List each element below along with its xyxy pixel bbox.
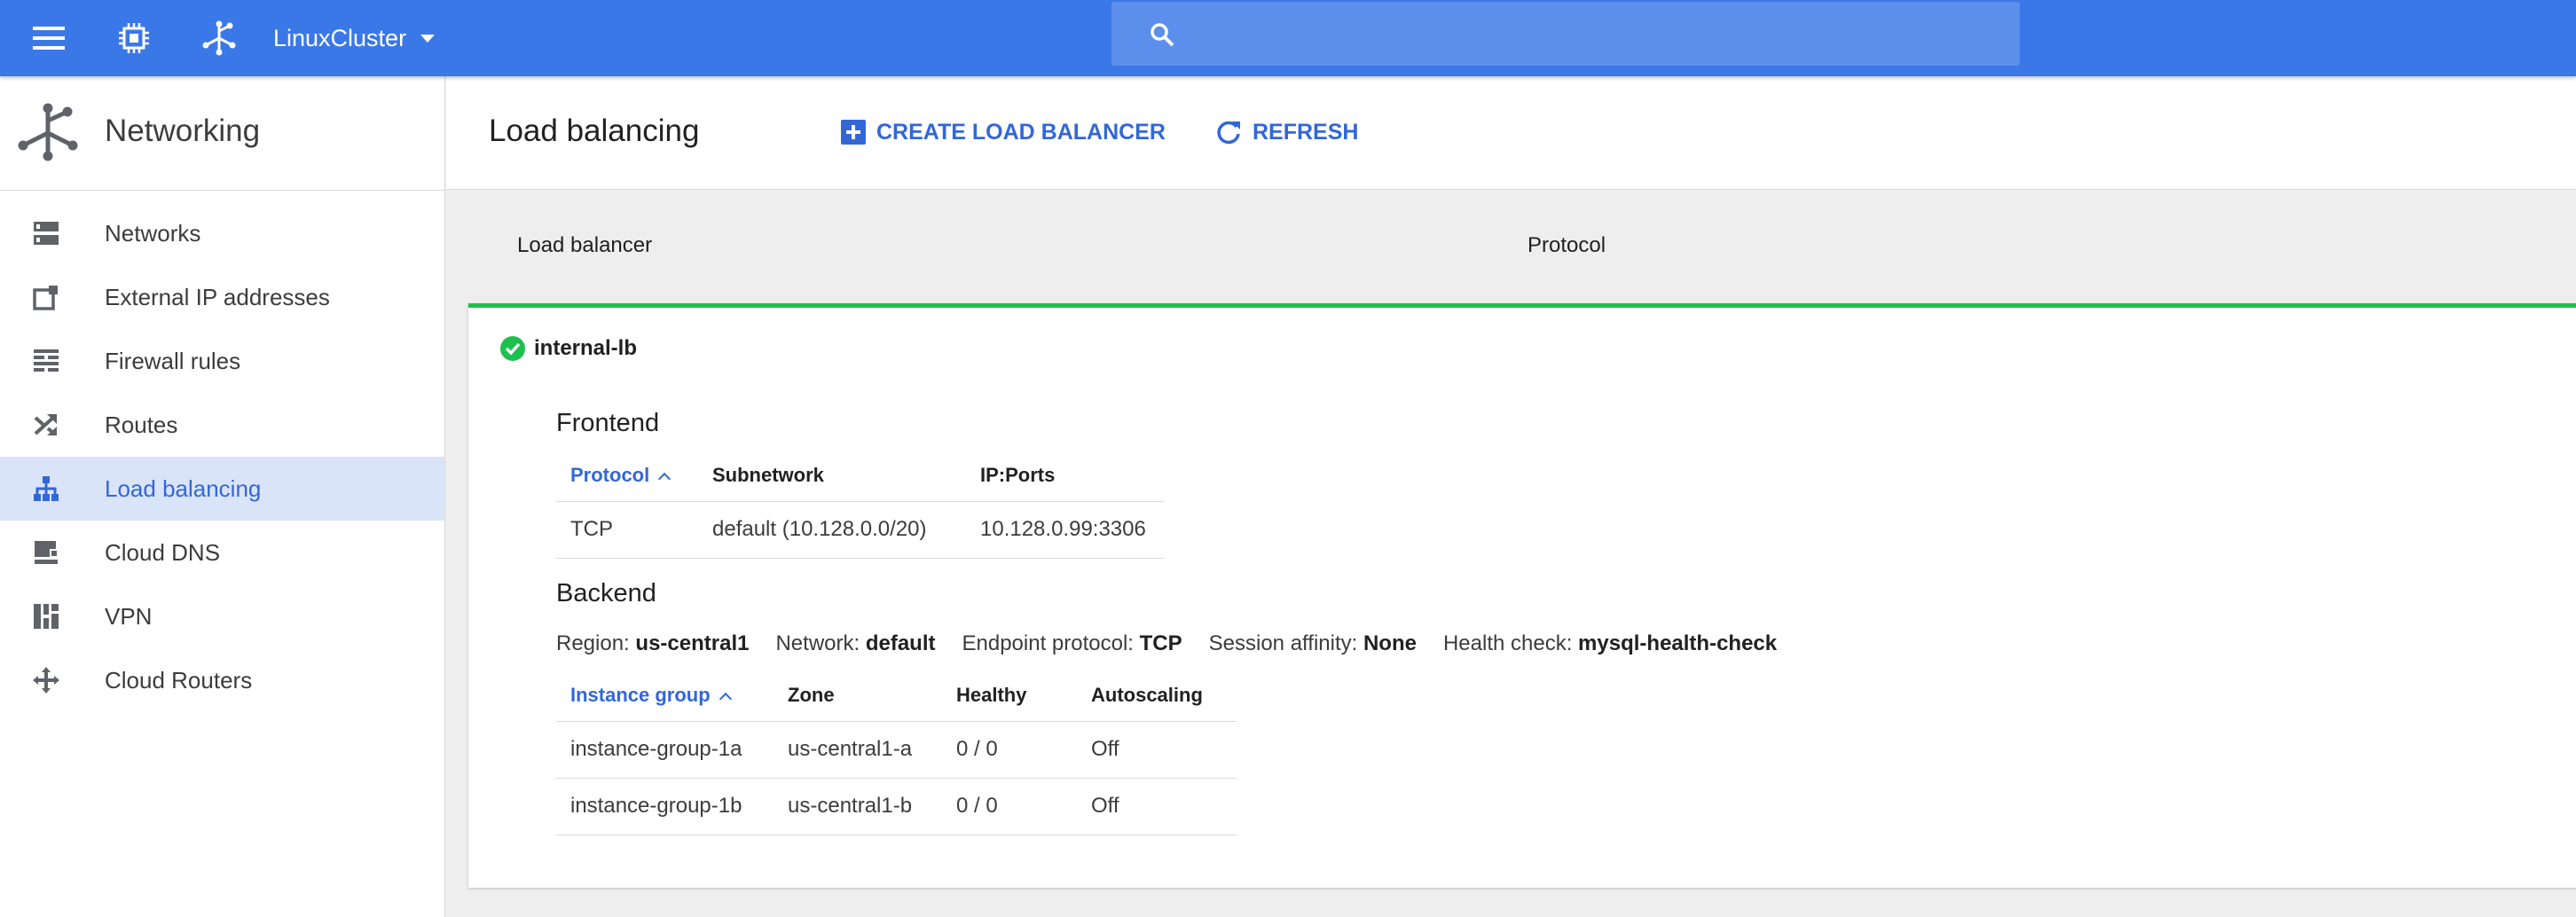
external-ip-icon — [32, 283, 60, 311]
firewall-icon — [32, 347, 60, 375]
networking-icon[interactable] — [195, 14, 243, 62]
column-header-ip-ports[interactable]: IP:Ports — [966, 450, 1164, 502]
vpn-icon — [32, 602, 60, 631]
table-row: TCP default (10.128.0.0/20) 10.128.0.99:… — [556, 501, 1164, 559]
cloud-routers-icon — [32, 666, 60, 694]
hamburger-menu-icon[interactable] — [25, 14, 73, 62]
instance-group-autoscaling: Off — [1077, 721, 1237, 779]
project-name: LinuxCluster — [273, 24, 407, 51]
sidebar-item-cloud-dns[interactable]: Cloud DNS — [0, 521, 444, 584]
refresh-label: REFRESH — [1253, 119, 1359, 145]
backend-endpoint-protocol: Endpoint protocol: TCP — [962, 631, 1182, 655]
column-header-healthy[interactable]: Healthy — [942, 670, 1077, 722]
create-load-balancer-button[interactable]: CREATE LOAD BALANCER — [841, 112, 1166, 153]
backend-region: Region: us-central1 — [556, 631, 750, 655]
instance-group-healthy: 0 / 0 — [942, 778, 1077, 835]
sidebar-title: Networking — [105, 114, 261, 148]
networks-icon — [32, 219, 60, 247]
sidebar-item-firewall-rules[interactable]: Firewall rules — [0, 329, 444, 393]
instance-group-autoscaling: Off — [1077, 778, 1237, 835]
search-input[interactable] — [1111, 2, 2020, 66]
project-selector[interactable]: LinuxCluster — [273, 16, 436, 60]
backend-table: Instance group Zone Healthy Autoscaling … — [556, 670, 1237, 835]
sidebar-item-label: Cloud DNS — [105, 538, 221, 566]
load-balancer-table-header: Load balancer Protocol — [446, 191, 2576, 302]
frontend-table: Protocol Subnetwork IP:Ports TCP default… — [556, 450, 1164, 559]
sidebar-item-label: VPN — [105, 602, 153, 630]
sidebar-item-routes[interactable]: Routes — [0, 393, 444, 457]
sidebar-item-label: Cloud Routers — [105, 666, 253, 694]
instance-group-zone: us-central1-a — [774, 721, 942, 779]
search-icon — [1138, 11, 1186, 59]
top-bar: LinuxCluster — [0, 0, 2576, 76]
sidebar-item-label: Networks — [105, 219, 201, 247]
backend-health-check: Health check: mysql-health-check — [1442, 631, 1778, 655]
table-row[interactable]: instance-group-1b us-central1-b 0 / 0 Of… — [556, 778, 1237, 835]
main-content: Load balancing CREATE LOAD BALANCER REFR… — [446, 76, 2576, 917]
frontend-protocol: TCP — [556, 501, 698, 559]
compute-chip-icon[interactable] — [110, 14, 158, 62]
sidebar-item-networks[interactable]: Networks — [0, 201, 444, 265]
column-header-protocol-sort[interactable]: Protocol — [556, 450, 698, 502]
backend-title: Backend — [556, 579, 656, 607]
chevron-up-icon — [719, 692, 732, 705]
refresh-button[interactable]: REFRESH — [1215, 112, 1358, 153]
check-circle-icon — [500, 336, 525, 361]
column-header-subnetwork[interactable]: Subnetwork — [698, 450, 966, 502]
load-balancing-icon — [32, 474, 60, 503]
cloud-dns-icon — [32, 538, 60, 567]
column-header-zone[interactable]: Zone — [774, 670, 942, 722]
column-header-instance-group-sort[interactable]: Instance group — [556, 670, 774, 722]
instance-group-name[interactable]: instance-group-1b — [556, 778, 774, 835]
add-box-icon — [841, 120, 866, 145]
sidebar-item-label: Routes — [105, 411, 178, 438]
column-header-autoscaling[interactable]: Autoscaling — [1077, 670, 1237, 722]
instance-group-zone: us-central1-b — [774, 778, 942, 835]
instance-group-healthy: 0 / 0 — [942, 721, 1077, 779]
sidebar-header: Networking — [0, 76, 444, 191]
load-balancer-name-row[interactable]: internal-lb — [500, 336, 637, 361]
instance-group-name[interactable]: instance-group-1a — [556, 721, 774, 779]
networking-logo-icon — [18, 103, 80, 161]
sidebar-item-external-ip[interactable]: External IP addresses — [0, 265, 444, 329]
backend-network: Network: default — [775, 631, 936, 655]
sidebar-item-label: External IP addresses — [105, 283, 330, 310]
chevron-down-icon — [420, 34, 436, 43]
load-balancer-name: internal-lb — [534, 336, 638, 360]
frontend-subnetwork: default (10.128.0.0/20) — [698, 501, 966, 559]
frontend-title: Frontend — [556, 409, 660, 437]
page-title: Load balancing — [489, 114, 700, 148]
column-header-load-balancer[interactable]: Load balancer — [517, 233, 652, 258]
create-load-balancer-label: CREATE LOAD BALANCER — [876, 119, 1166, 145]
sidebar: Networking Networks External IP addresse… — [0, 76, 445, 917]
sidebar-item-vpn[interactable]: VPN — [0, 584, 444, 648]
frontend-ip-ports: 10.128.0.99:3306 — [966, 501, 1164, 559]
table-row[interactable]: instance-group-1a us-central1-a 0 / 0 Of… — [556, 721, 1237, 779]
routes-icon — [32, 411, 60, 439]
page-header: Load balancing CREATE LOAD BALANCER REFR… — [446, 76, 2576, 190]
sidebar-item-label: Firewall rules — [105, 347, 241, 374]
backend-info: Region: us-central1 Network: default End… — [556, 631, 1803, 656]
refresh-icon — [1217, 121, 1240, 145]
chevron-up-icon — [658, 472, 671, 485]
sidebar-item-cloud-routers[interactable]: Cloud Routers — [0, 648, 444, 712]
load-balancer-detail-card: internal-lb Frontend Protocol Subnetwork… — [468, 303, 2576, 888]
sidebar-item-label: Load balancing — [105, 474, 262, 502]
column-header-protocol[interactable]: Protocol — [1528, 233, 1606, 258]
backend-session-affinity: Session affinity: None — [1208, 631, 1417, 655]
sidebar-item-load-balancing[interactable]: Load balancing — [0, 457, 444, 521]
